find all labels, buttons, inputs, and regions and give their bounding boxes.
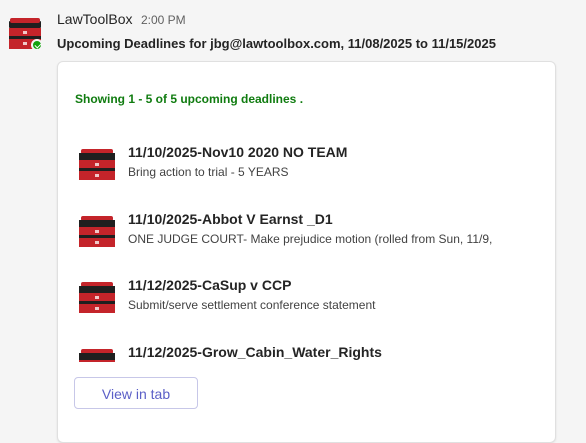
deadline-title: 11/10/2025-Nov10 2020 NO TEAM — [128, 144, 348, 160]
deadline-item[interactable]: 11/12/2025-Grow_Cabin_Water_Rights — [78, 344, 548, 362]
message-header: LawToolBox 2:00 PM — [57, 11, 186, 29]
deadline-description: Submit/serve settlement conference state… — [128, 298, 376, 312]
toolbox-icon — [79, 149, 115, 180]
deadline-item[interactable]: 11/10/2025-Nov10 2020 NO TEAM Bring acti… — [78, 144, 548, 188]
deadlines-card: Showing 1 - 5 of 5 upcoming deadlines . … — [57, 61, 556, 443]
toolbox-icon — [79, 349, 115, 362]
available-check-icon — [31, 39, 43, 51]
deadline-title: 11/12/2025-CaSup v CCP — [128, 277, 292, 293]
deadline-description: Bring action to trial - 5 YEARS — [128, 165, 289, 179]
deadline-title: 11/12/2025-Grow_Cabin_Water_Rights — [128, 344, 382, 360]
deadline-title: 11/10/2025-Abbot V Earnst _D1 — [128, 211, 333, 227]
deadline-item[interactable]: 11/10/2025-Abbot V Earnst _D1 ONE JUDGE … — [78, 211, 548, 255]
deadline-item[interactable]: 11/12/2025-CaSup v CCP Submit/serve sett… — [78, 277, 548, 321]
message-subject: Upcoming Deadlines for jbg@lawtoolbox.co… — [57, 36, 496, 51]
toolbox-icon — [79, 216, 115, 247]
view-in-tab-button[interactable]: View in tab — [74, 377, 198, 409]
sender-name[interactable]: LawToolBox — [57, 11, 133, 27]
deadline-description: ONE JUDGE COURT- Make prejudice motion (… — [128, 232, 493, 246]
toolbox-icon — [79, 282, 115, 313]
message-time: 2:00 PM — [140, 13, 186, 27]
showing-count-text: Showing 1 - 5 of 5 upcoming deadlines . — [75, 92, 304, 106]
